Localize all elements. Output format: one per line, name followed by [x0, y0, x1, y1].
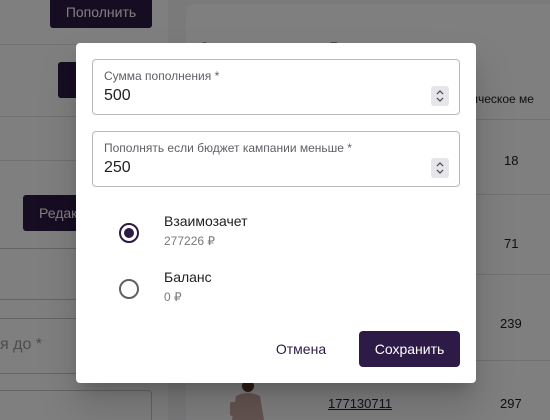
amount-input[interactable] — [104, 87, 404, 105]
payment-option-balance[interactable]: Баланс 0 ₽ — [116, 269, 416, 313]
amount-field[interactable]: Сумма пополнения * — [92, 59, 460, 115]
threshold-input[interactable] — [104, 159, 404, 177]
amount-stepper[interactable] — [431, 86, 449, 106]
option-title: Взаимозачет — [164, 213, 248, 229]
chevron-down-icon[interactable] — [436, 169, 444, 174]
option-amount: 277226 ₽ — [164, 234, 216, 248]
option-title: Баланс — [164, 269, 212, 285]
save-button[interactable]: Сохранить — [359, 331, 460, 367]
radio-button-checked[interactable] — [119, 223, 139, 243]
threshold-field[interactable]: Пополнять если бюджет кампании меньше * — [92, 131, 460, 187]
chevron-up-icon[interactable] — [436, 90, 444, 95]
chevron-down-icon[interactable] — [436, 97, 444, 102]
cancel-button[interactable]: Отмена — [264, 331, 338, 367]
autotopup-dialog: Сумма пополнения * Пополнять если бюджет… — [76, 43, 476, 383]
radio-button[interactable] — [119, 279, 139, 299]
threshold-field-label: Пополнять если бюджет кампании меньше * — [104, 141, 352, 155]
option-amount: 0 ₽ — [164, 290, 182, 304]
amount-field-label: Сумма пополнения * — [104, 69, 220, 83]
payment-option-offset[interactable]: Взаимозачет 277226 ₽ — [116, 213, 416, 257]
chevron-up-icon[interactable] — [436, 162, 444, 167]
threshold-stepper[interactable] — [431, 158, 449, 178]
